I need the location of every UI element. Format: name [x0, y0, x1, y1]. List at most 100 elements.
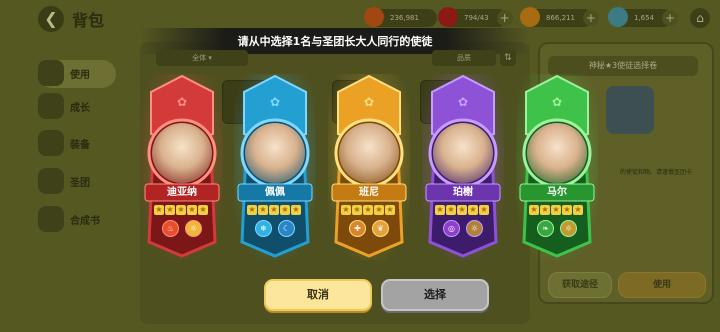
star-rating: ★ ★ ★ ★ ★ — [435, 205, 491, 216]
flame-icon: ♨ — [162, 220, 179, 237]
resource-value: 866,211 — [546, 14, 575, 22]
leaf-icon: ❧ — [537, 220, 554, 237]
character-card[interactable]: ✿ 班尼 ★ ★ ★ ★ ★ ✚ ❦ — [328, 74, 410, 260]
sidebar-item-crafting-book[interactable]: 合成书 — [38, 206, 116, 234]
use-icon — [38, 60, 64, 86]
sidebar-item-label: 成长 — [70, 103, 90, 114]
energy-icon — [438, 7, 458, 27]
star-rating: ★ ★ ★ ★ ★ — [154, 205, 210, 216]
skill-icons: ❄ ☾ — [255, 220, 295, 237]
star-icon: ★ — [479, 205, 489, 215]
sidebar-item-equipment[interactable]: 装备 — [38, 130, 116, 158]
star-rating: ★ ★ ★ ★ ★ — [529, 205, 585, 216]
resource-energy: 794/43 + — [438, 7, 513, 27]
star-icon: ★ — [468, 205, 478, 215]
equipment-icon — [38, 130, 64, 156]
paw-icon: ✿ — [176, 95, 188, 109]
character-card[interactable]: ✿ 佩佩 ★ ★ ★ ★ ★ ❄ ☾ — [234, 74, 316, 260]
character-portrait — [152, 123, 212, 183]
sidebar-item-label: 使用 — [70, 70, 90, 81]
star-icon: ★ — [341, 205, 351, 215]
star-icon: ★ — [529, 205, 539, 215]
sidebar-item-use[interactable]: 使用 — [38, 60, 116, 88]
filter-label: 全体 — [192, 54, 207, 62]
star-icon: ★ — [573, 205, 583, 215]
star-icon: ★ — [154, 205, 164, 215]
star-icon: ★ — [198, 205, 208, 215]
star-icon: ★ — [435, 205, 445, 215]
character-portrait — [245, 123, 305, 183]
growth-icon — [38, 93, 64, 119]
sidebar-item-label: 装备 — [70, 140, 90, 151]
skill-icons: ◎ ☼ — [443, 220, 483, 237]
get-path-button[interactable]: 获取途径 — [548, 272, 612, 298]
character-portrait — [527, 123, 587, 183]
sort-button[interactable]: 品质 — [432, 50, 496, 66]
skill-icons: ❧ ☼ — [537, 220, 577, 237]
star-icon: ★ — [540, 205, 550, 215]
skill-icons: ✚ ❦ — [349, 220, 389, 237]
sun-icon: ☼ — [560, 220, 577, 237]
add-energy-button[interactable]: + — [496, 10, 513, 26]
star-icon: ★ — [187, 205, 197, 215]
character-card[interactable]: ✿ 迪亚纳 ★ ★ ★ ★ ★ ♨ ☼ — [141, 74, 223, 260]
back-button[interactable]: ❮ — [38, 6, 64, 32]
sidebar-item-label: 合成书 — [70, 216, 100, 227]
star-icon: ★ — [258, 205, 268, 215]
sun-icon: ☼ — [185, 220, 202, 237]
select-button[interactable]: 选择 — [381, 279, 489, 311]
use-button[interactable]: 使用 — [618, 272, 706, 298]
paw-icon: ✿ — [551, 95, 563, 109]
character-portrait — [433, 123, 493, 183]
star-icon: ★ — [165, 205, 175, 215]
character-portrait — [339, 123, 399, 183]
add-gold-button[interactable]: + — [582, 10, 599, 26]
character-name: 迪亚纳 — [167, 187, 197, 198]
wings-icon: ❦ — [372, 220, 389, 237]
guild-icon — [38, 168, 64, 194]
snowflake-icon: ❄ — [255, 220, 272, 237]
resource-gold: 866,211 + — [520, 7, 599, 27]
star-icon: ★ — [269, 205, 279, 215]
star-icon: ★ — [352, 205, 362, 215]
character-card[interactable]: ✿ 马尔 ★ ★ ★ ★ ★ ❧ ☼ — [516, 74, 598, 260]
resource-value: 1,654 — [634, 14, 655, 22]
character-name: 珀榭 — [453, 187, 473, 198]
home-button[interactable]: ⌂ — [690, 8, 710, 28]
crafting-book-icon — [38, 206, 64, 232]
item-icon — [606, 86, 654, 134]
modal-title: 请从中选择1名与圣团长大人同行的使徒 — [237, 35, 433, 48]
paw-icon: ✿ — [363, 95, 375, 109]
star-rating: ★ ★ ★ ★ ★ — [247, 205, 303, 216]
filter-dropdown[interactable]: 全体 ▾ — [156, 50, 248, 66]
star-icon: ★ — [176, 205, 186, 215]
character-card[interactable]: ✿ 珀榭 ★ ★ ★ ★ ★ ◎ ☼ — [422, 74, 504, 260]
resource-gems: 1,654 + — [608, 7, 679, 27]
star-icon: ★ — [457, 205, 467, 215]
character-name: 佩佩 — [265, 187, 285, 198]
cancel-button[interactable]: 取消 — [264, 279, 372, 311]
sidebar-item-growth[interactable]: 成长 — [38, 93, 116, 121]
star-icon: ★ — [551, 205, 561, 215]
gold-icon — [520, 7, 540, 27]
moon-icon: ☾ — [278, 220, 295, 237]
star-icon: ★ — [385, 205, 395, 215]
paw-icon: ✿ — [269, 95, 281, 109]
resource-coins: 236,981 — [364, 7, 437, 27]
star-icon: ★ — [363, 205, 373, 215]
resource-value: 794/43 — [464, 14, 489, 22]
add-gems-button[interactable]: + — [662, 10, 679, 26]
home-icon: ⌂ — [696, 11, 704, 25]
skill-icons: ♨ ☼ — [162, 220, 202, 237]
sun-icon: ☼ — [466, 220, 483, 237]
page-title: 背包 — [72, 11, 105, 30]
sort-order-icon[interactable]: ⇅ — [500, 50, 516, 66]
item-title: 神秘★3使徒选择卷 — [548, 56, 698, 76]
star-rating: ★ ★ ★ ★ ★ — [341, 205, 397, 216]
character-name: 马尔 — [547, 187, 567, 198]
star-icon: ★ — [291, 205, 301, 215]
sidebar-item-guild[interactable]: 圣团 — [38, 168, 116, 196]
star-icon: ★ — [247, 205, 257, 215]
character-name: 班尼 — [359, 187, 379, 198]
paw-icon: ✿ — [457, 95, 469, 109]
